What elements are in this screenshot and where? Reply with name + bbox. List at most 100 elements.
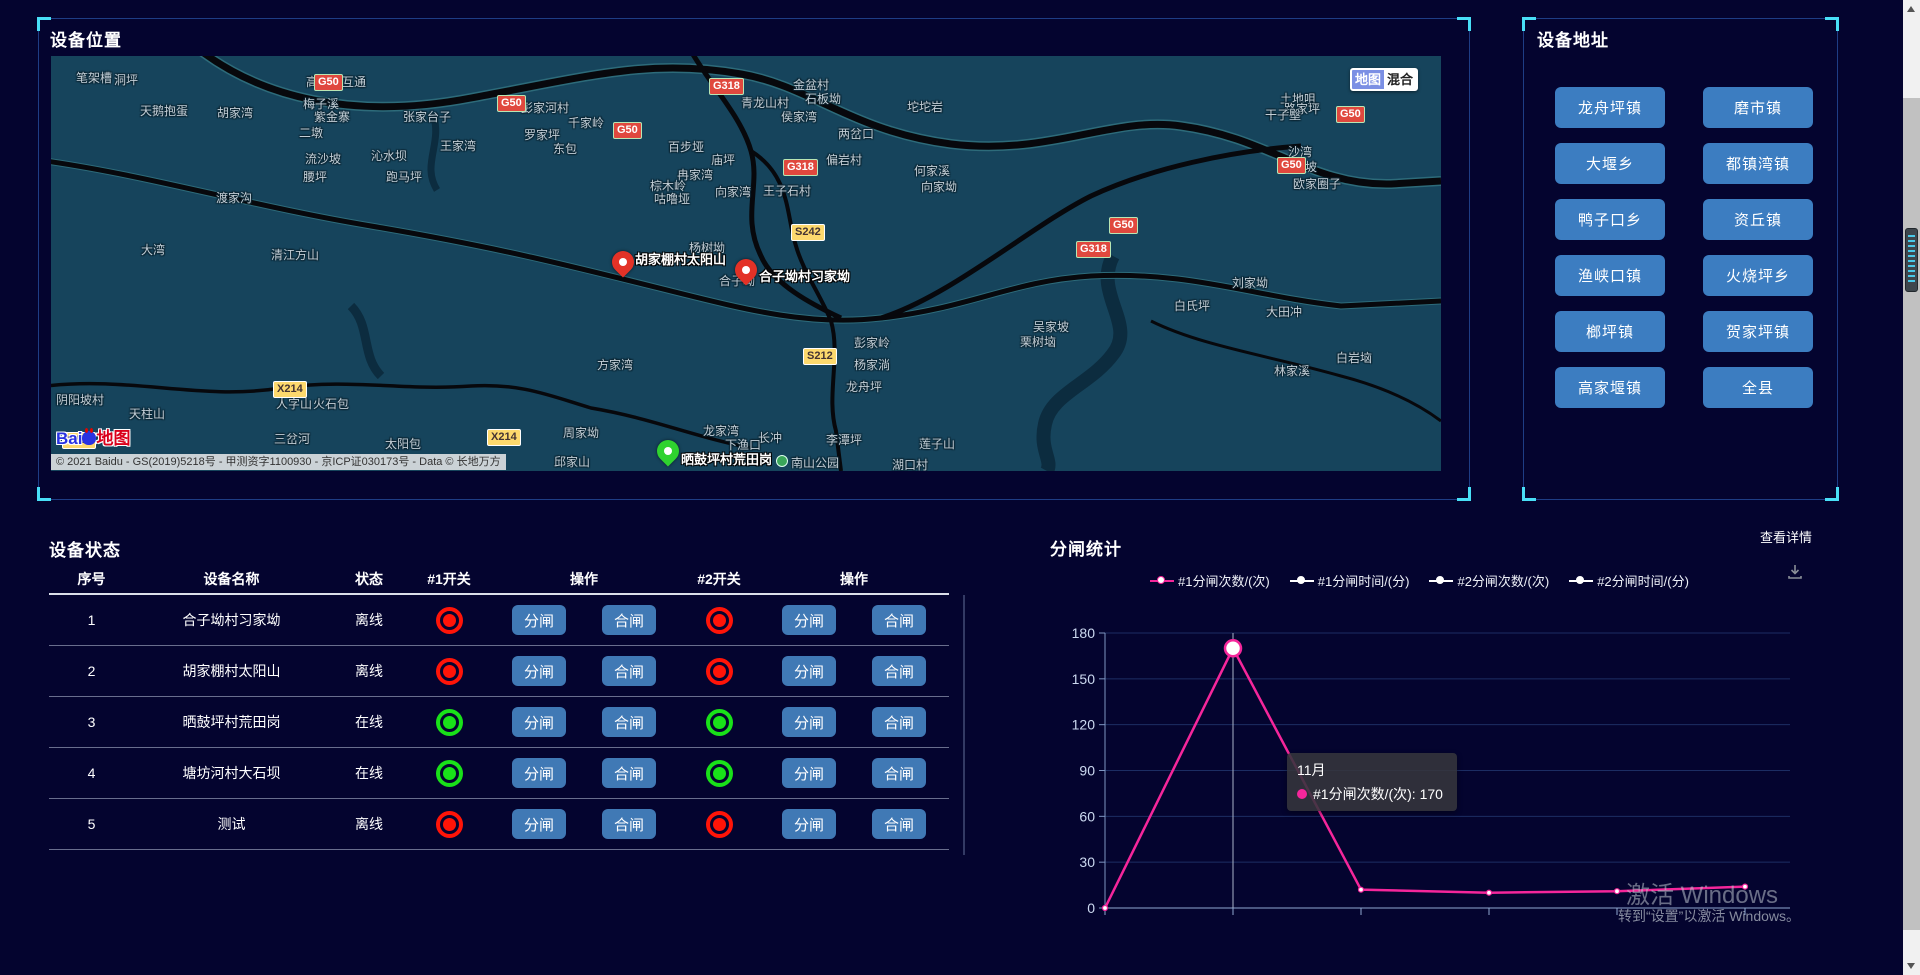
tooltip-series-dot	[1297, 789, 1307, 799]
open-switch-button[interactable]: 分闸	[512, 656, 566, 686]
y-tick-label: 60	[1079, 808, 1095, 824]
column-header: 序号	[49, 569, 134, 589]
open-switch-button[interactable]: 分闸	[782, 605, 836, 635]
indicator-core	[443, 614, 456, 627]
download-icon[interactable]	[1786, 563, 1804, 581]
device-address-title: 设备地址	[1537, 26, 1609, 51]
widget-stripes	[1908, 235, 1915, 285]
corner-accent	[1825, 17, 1839, 31]
open-switch-button[interactable]: 分闸	[512, 707, 566, 737]
address-button[interactable]: 鸭子口乡	[1555, 199, 1665, 240]
corner-accent	[1522, 487, 1536, 501]
cell-device-name: 塘坊河村大石坝	[134, 763, 329, 783]
scrollbar-down-icon[interactable]	[1907, 963, 1915, 969]
map-place-label: 林家溪	[1274, 362, 1310, 379]
view-details-link[interactable]: 查看详情	[1760, 527, 1812, 546]
scrollbar-thumb[interactable]	[1903, 98, 1920, 930]
map-place-label: 天鹅抱蛋	[140, 102, 188, 119]
open-switch-button[interactable]: 分闸	[512, 758, 566, 788]
cell-switch1	[409, 658, 489, 685]
close-switch-button[interactable]: 合闸	[872, 707, 926, 737]
map-place-label: 何家溪	[914, 162, 950, 179]
baidu-logo-map-text: 地图	[96, 429, 130, 448]
address-button[interactable]: 资丘镇	[1703, 199, 1813, 240]
address-button[interactable]: 贺家坪镇	[1703, 311, 1813, 352]
address-button[interactable]: 渔峡口镇	[1555, 255, 1665, 296]
close-switch-button[interactable]: 合闸	[602, 656, 656, 686]
scrollbar-up-icon[interactable]	[1907, 6, 1915, 12]
map-place-label: 胡家湾	[217, 104, 253, 121]
table-body: 1合子坳村习家坳离线分闸合闸分闸合闸2胡家棚村太阳山离线分闸合闸分闸合闸3晒鼓坪…	[49, 595, 949, 850]
cell-operations2: 分闸 合闸	[759, 809, 949, 839]
map-place-label: 偏岩村	[826, 151, 862, 168]
map-place-label: 火石包	[313, 395, 349, 412]
road-badge: G318	[783, 159, 818, 176]
map-type-option-map[interactable]: 地图	[1352, 70, 1384, 89]
close-switch-button[interactable]: 合闸	[872, 605, 926, 635]
map-place-label: 坨坨岩	[907, 98, 943, 115]
address-button[interactable]: 大堰乡	[1555, 143, 1665, 184]
address-button[interactable]: 火烧坪乡	[1703, 255, 1813, 296]
map-place-label: 大湾	[141, 241, 165, 258]
legend-label: #1分闸次数/(次)	[1178, 571, 1270, 590]
road-badge: X214	[273, 381, 307, 398]
close-switch-button[interactable]: 合闸	[872, 758, 926, 788]
address-button[interactable]: 高家堰镇	[1555, 367, 1665, 408]
indicator-red-icon	[436, 811, 463, 838]
page-scrollbar[interactable]	[1903, 0, 1920, 975]
legend-item[interactable]: #1分闸次数/(次)	[1150, 571, 1270, 590]
device-address-panel: 设备地址 龙舟坪镇磨市镇大堰乡都镇湾镇鸭子口乡资丘镇渔峡口镇火烧坪乡榔坪镇贺家坪…	[1523, 18, 1838, 500]
indicator-core	[713, 767, 726, 780]
close-switch-button[interactable]: 合闸	[602, 605, 656, 635]
trip-statistics-section: 分闸统计 查看详情 #1分闸次数/(次)#1分闸时间/(分)#2分闸次数/(次)…	[1040, 525, 1900, 975]
close-switch-button[interactable]: 合闸	[872, 656, 926, 686]
map-place-label: 东包	[553, 140, 577, 157]
corner-accent	[1522, 17, 1536, 31]
data-point	[1103, 906, 1108, 911]
cell-operations2: 分闸 合闸	[759, 707, 949, 737]
open-switch-button[interactable]: 分闸	[512, 605, 566, 635]
map-place-label: 石板坳	[805, 90, 841, 107]
scroll-indicator-widget[interactable]	[1905, 228, 1918, 292]
open-switch-button[interactable]: 分闸	[782, 809, 836, 839]
indicator-core	[443, 665, 456, 678]
indicator-core	[443, 818, 456, 831]
map-place-label: 笔架槽	[76, 69, 112, 86]
y-tick-label: 0	[1087, 900, 1095, 916]
open-switch-button[interactable]: 分闸	[782, 707, 836, 737]
open-switch-button[interactable]: 分闸	[782, 656, 836, 686]
close-switch-button[interactable]: 合闸	[602, 707, 656, 737]
address-button[interactable]: 都镇湾镇	[1703, 143, 1813, 184]
open-switch-button[interactable]: 分闸	[512, 809, 566, 839]
legend-item[interactable]: #2分闸次数/(次)	[1429, 571, 1549, 590]
address-button[interactable]: 榔坪镇	[1555, 311, 1665, 352]
close-switch-button[interactable]: 合闸	[602, 758, 656, 788]
road-badge: G50	[613, 122, 642, 139]
map-type-option-hybrid[interactable]: 混合	[1384, 70, 1416, 89]
close-switch-button[interactable]: 合闸	[602, 809, 656, 839]
legend-label: #2分闸时间/(分)	[1597, 571, 1689, 590]
legend-item[interactable]: #2分闸时间/(分)	[1569, 571, 1689, 590]
device-marker-label: 胡家棚村太阳山	[635, 249, 726, 268]
cell-operations2: 分闸 合闸	[759, 656, 949, 686]
column-header: 操作	[489, 569, 679, 589]
baidu-map[interactable]: 笔架槽洞坪天鹅抱蛋胡家湾高家堰互通梅子溪紫金寨二墩流沙坡沁水坝张家台子王家湾腰坪…	[51, 56, 1441, 471]
indicator-green-icon	[706, 709, 733, 736]
map-place-label: 龙舟坪	[846, 378, 882, 395]
map-place-label: 干子壂	[1265, 106, 1301, 123]
cell-switch1	[409, 811, 489, 838]
table-scrollbar[interactable]	[963, 595, 965, 855]
address-button[interactable]: 磨市镇	[1703, 87, 1813, 128]
tooltip-title: 11月	[1297, 760, 1447, 780]
address-button[interactable]: 龙舟坪镇	[1555, 87, 1665, 128]
cell-no: 5	[49, 816, 134, 832]
dashboard: 设备位置	[0, 0, 1920, 975]
column-header: #1开关	[409, 569, 489, 589]
road-badge: G50	[1277, 157, 1306, 174]
address-button[interactable]: 全县	[1703, 367, 1813, 408]
map-place-label: 彭家岭	[854, 334, 890, 351]
y-tick-label: 120	[1072, 717, 1096, 733]
legend-item[interactable]: #1分闸时间/(分)	[1290, 571, 1410, 590]
close-switch-button[interactable]: 合闸	[872, 809, 926, 839]
open-switch-button[interactable]: 分闸	[782, 758, 836, 788]
